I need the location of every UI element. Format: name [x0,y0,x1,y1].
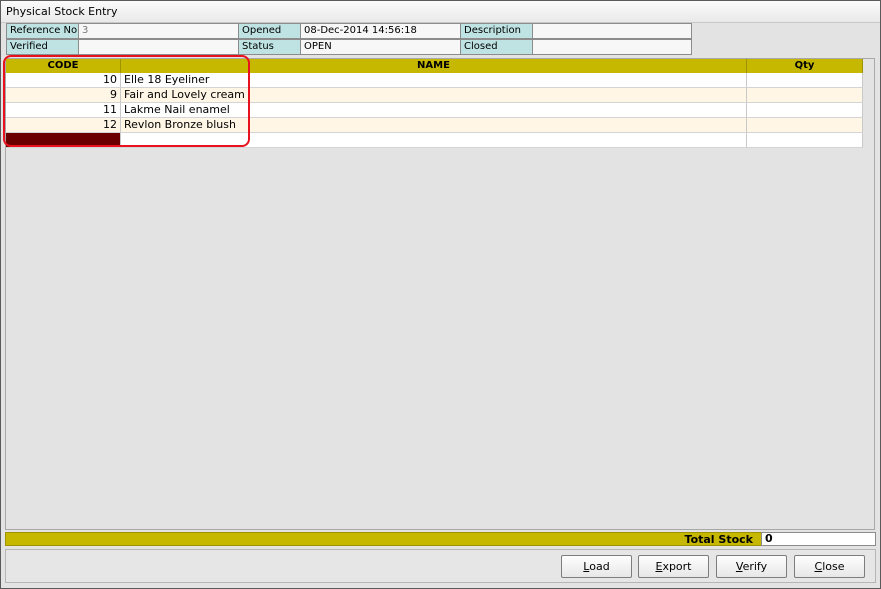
table-row[interactable]: 12 Revlon Bronze blush [6,118,863,133]
code-cell[interactable]: 11 [6,103,121,118]
total-stock-label: Total Stock [684,533,753,546]
qty-cell[interactable] [747,103,863,118]
verify-mnemonic: V [735,560,743,573]
code-cell[interactable]: 10 [6,73,121,88]
status-label: Status [238,39,301,55]
table-row[interactable]: 9 Fair and Lovely cream [6,88,863,103]
column-header-qty[interactable]: Qty [747,59,863,73]
closed-field[interactable] [532,39,692,55]
table-row[interactable]: 11 Lakme Nail enamel [6,103,863,118]
total-stock-value: 0 [761,532,876,546]
reference-no-label: Reference No [6,23,79,39]
export-label: xport [662,560,692,573]
stock-table[interactable]: CODE NAME Qty 10 Elle 18 Eyeliner 9 Fair… [5,58,875,530]
qty-cell[interactable] [747,73,863,88]
total-stock-bar: Total Stock [5,532,762,546]
opened-label: Opened [238,23,301,39]
qty-cell[interactable] [747,88,863,103]
code-cell[interactable]: 12 [6,118,121,133]
window-title: Physical Stock Entry [6,5,118,18]
verified-field[interactable] [78,39,239,55]
table-row[interactable]: 10 Elle 18 Eyeliner [6,73,863,88]
new-entry-row[interactable] [6,133,863,148]
close-label: lose [822,560,845,573]
verify-label: erify [742,560,768,573]
status-field[interactable]: OPEN [300,39,461,55]
description-field[interactable] [532,23,692,39]
column-header-name[interactable]: NAME [121,59,747,73]
verify-button[interactable]: Verify [716,555,787,578]
opened-field[interactable]: 08-Dec-2014 14:56:18 [300,23,461,39]
physical-stock-entry-window: Physical Stock Entry Reference No 3 Open… [0,0,881,589]
close-button[interactable]: Close [794,555,865,578]
load-label: oad [589,560,610,573]
reference-no-field[interactable]: 3 [78,23,239,39]
qty-cell[interactable] [747,133,863,148]
name-cell[interactable]: Lakme Nail enamel [121,103,747,118]
name-cell[interactable] [121,133,747,148]
column-header-code[interactable]: CODE [6,59,121,73]
load-button[interactable]: Load [561,555,632,578]
export-button[interactable]: Export [638,555,709,578]
qty-cell[interactable] [747,118,863,133]
name-cell[interactable]: Fair and Lovely cream [121,88,747,103]
code-cell[interactable]: 9 [6,88,121,103]
verified-label: Verified [6,39,79,55]
closed-label: Closed [460,39,533,55]
description-label: Description [460,23,533,39]
name-cell[interactable]: Elle 18 Eyeliner [121,73,747,88]
name-cell[interactable]: Revlon Bronze blush [121,118,747,133]
selected-code-cell[interactable] [6,133,121,148]
title-bar[interactable]: Physical Stock Entry [1,1,880,23]
